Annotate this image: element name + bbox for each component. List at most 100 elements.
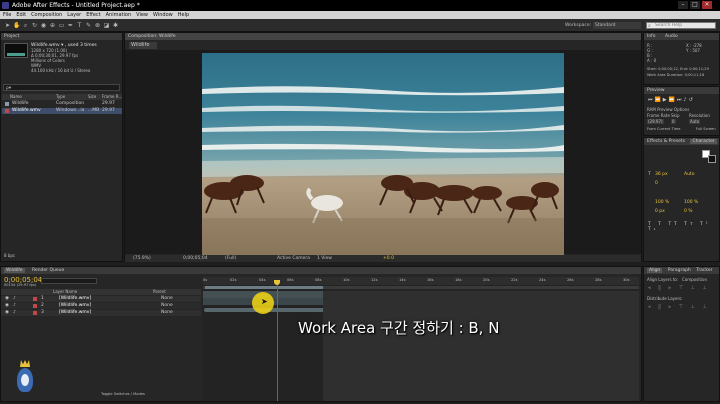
- tab-audio[interactable]: Audio: [665, 34, 678, 39]
- minimize-button[interactable]: –: [678, 1, 688, 9]
- prev-frame-icon[interactable]: ⏪: [655, 97, 663, 103]
- layer-name[interactable]: [Wildlife.wmv]: [59, 310, 91, 316]
- col-parent[interactable]: Parent: [153, 289, 166, 295]
- puppet-tool-icon[interactable]: ✱: [112, 22, 119, 29]
- close-button[interactable]: ✕: [702, 1, 712, 9]
- brush-tool-icon[interactable]: ✎: [85, 22, 92, 29]
- speaker-icon[interactable]: ♪: [13, 310, 16, 316]
- rotate-tool-icon[interactable]: ↻: [31, 22, 38, 29]
- current-time-indicator[interactable]: [277, 282, 278, 401]
- tab-render-queue[interactable]: Render Queue: [32, 268, 64, 273]
- workspace-select[interactable]: Standard: [593, 22, 641, 29]
- align-buttons[interactable]: ⫷ ⫼ ⫸ ⊤ ⊥ ⊥: [648, 285, 718, 292]
- menu-window[interactable]: Window: [150, 11, 175, 19]
- next-frame-icon[interactable]: ⏩: [669, 97, 677, 103]
- type-tool-icon[interactable]: T: [76, 22, 83, 29]
- from-current-time-checkbox[interactable]: From Current Time: [647, 127, 680, 131]
- selection-tool-icon[interactable]: ➤: [4, 22, 11, 29]
- bpc-indicator[interactable]: 8 bpc: [4, 253, 15, 258]
- zoom-select[interactable]: (75.9%): [133, 256, 151, 261]
- maximize-button[interactable]: □: [690, 1, 700, 9]
- col-frame-rate[interactable]: Frame R...: [102, 94, 122, 100]
- tracking-value[interactable]: 0: [655, 181, 658, 186]
- layer-parent[interactable]: None: [161, 303, 173, 309]
- horizontal-scale-value[interactable]: 100 %: [684, 200, 698, 205]
- comp-timecode[interactable]: 0;00;05;04: [183, 256, 208, 261]
- menu-edit[interactable]: Edit: [13, 11, 28, 19]
- pen-tool-icon[interactable]: ✒: [67, 22, 74, 29]
- exposure-value[interactable]: +0.0: [383, 256, 394, 261]
- speaker-icon[interactable]: ♪: [13, 303, 16, 309]
- tab-preview[interactable]: Preview: [644, 87, 719, 94]
- tab-character[interactable]: Character: [690, 139, 717, 144]
- camera-select[interactable]: Active Camera: [277, 256, 310, 261]
- vertical-scale-value[interactable]: 100 %: [655, 200, 669, 205]
- project-item-row[interactable]: Wildlife Composition 29.97: [2, 101, 122, 107]
- composition-tab[interactable]: Composition: Wildlife: [125, 33, 641, 40]
- clone-tool-icon[interactable]: ⊗: [94, 22, 101, 29]
- menu-animation[interactable]: Animation: [103, 11, 134, 19]
- resolution-select[interactable]: Auto: [689, 119, 701, 124]
- project-search-input[interactable]: ρ▾: [3, 84, 120, 91]
- menu-composition[interactable]: Composition: [28, 11, 64, 19]
- timeline-track-area[interactable]: 0s 02s 04s 06s 08s 10s 12s 14s 16s 18s 2…: [203, 277, 639, 401]
- ram-preview-options[interactable]: RAM Preview Options: [647, 107, 689, 112]
- layer-parent[interactable]: None: [161, 310, 173, 316]
- layer-name[interactable]: [Wildlife.wmv]: [59, 303, 91, 309]
- label-color[interactable]: [33, 304, 37, 308]
- tab-wildlife[interactable]: Wildlife: [4, 268, 25, 273]
- distribute-buttons[interactable]: ⫷ ⫼ ⫸ ⊤ ⊥ ⊥: [648, 304, 718, 311]
- loop-icon[interactable]: ↺: [689, 97, 695, 103]
- stroke-color-swatch[interactable]: [708, 155, 716, 163]
- eye-icon[interactable]: ◉: [5, 303, 9, 309]
- pan-behind-tool-icon[interactable]: ⊕: [49, 22, 56, 29]
- layer-row[interactable]: ◉ ♪ 3 [Wildlife.wmv] None: [1, 310, 201, 316]
- speaker-icon[interactable]: ♪: [13, 296, 16, 302]
- frame-rate-select[interactable]: (29.97): [647, 119, 664, 124]
- col-name[interactable]: Name: [10, 94, 22, 100]
- eye-icon[interactable]: ◉: [5, 296, 9, 302]
- zoom-tool-icon[interactable]: ⌕: [22, 22, 29, 29]
- tab-tracker[interactable]: Tracker: [696, 268, 712, 273]
- menu-layer[interactable]: Layer: [64, 11, 83, 19]
- eraser-tool-icon[interactable]: ◪: [103, 22, 110, 29]
- col-size[interactable]: Size: [88, 94, 96, 100]
- col-type[interactable]: Type: [56, 94, 65, 100]
- font-size-value[interactable]: 36 px: [655, 172, 668, 177]
- layer-name[interactable]: [Wildlife.wmv]: [59, 296, 91, 302]
- tab-align[interactable]: Align: [647, 268, 663, 273]
- project-tab[interactable]: Project: [1, 33, 122, 40]
- full-screen-checkbox[interactable]: Full Screen: [696, 127, 716, 131]
- col-layer-name[interactable]: Layer Name: [53, 289, 77, 295]
- tab-info[interactable]: Info: [647, 34, 656, 39]
- views-select[interactable]: 1 View: [317, 256, 332, 261]
- time-ruler[interactable]: 0s 02s 04s 06s 08s 10s 12s 14s 16s 18s 2…: [203, 277, 639, 285]
- project-item-row[interactable]: Wildlife.wmv Windows...ia ...MB 29.97: [2, 108, 122, 114]
- baseline-value[interactable]: 0 px: [655, 209, 665, 214]
- camera-tool-icon[interactable]: ◉: [40, 22, 47, 29]
- composition-viewer[interactable]: [125, 50, 641, 256]
- tab-paragraph[interactable]: Paragraph: [668, 268, 691, 273]
- timeline-search-input[interactable]: [41, 278, 97, 284]
- label-color[interactable]: [33, 311, 37, 315]
- text-style-buttons[interactable]: T T TT Tт T¹ T₁: [648, 222, 716, 232]
- label-color[interactable]: [33, 297, 37, 301]
- menu-view[interactable]: View: [133, 11, 150, 19]
- hand-tool-icon[interactable]: ✋: [13, 22, 20, 29]
- menu-help[interactable]: Help: [175, 11, 191, 19]
- eye-icon[interactable]: ◉: [5, 310, 9, 316]
- layer-row[interactable]: ◉ ♪ 1 [Wildlife.wmv] None: [1, 296, 201, 302]
- menu-file[interactable]: File: [0, 11, 13, 19]
- layer-row[interactable]: ◉ ♪ 2 [Wildlife.wmv] None: [1, 303, 201, 309]
- tab-effects-presets[interactable]: Effects & Presets: [647, 139, 685, 144]
- search-help-field[interactable]: ⌕ Search Help: [646, 22, 716, 29]
- rectangle-tool-icon[interactable]: ▭: [58, 22, 65, 29]
- leading-value[interactable]: Auto: [684, 172, 694, 177]
- work-area-bar[interactable]: [205, 286, 323, 289]
- composition-subtab[interactable]: Wildlife: [129, 42, 157, 49]
- resolution-select[interactable]: (Full): [225, 256, 236, 261]
- tsume-value[interactable]: 0 %: [684, 209, 693, 214]
- menu-effect[interactable]: Effect: [83, 11, 102, 19]
- skip-input[interactable]: 0: [671, 119, 676, 124]
- layer-parent[interactable]: None: [161, 296, 173, 302]
